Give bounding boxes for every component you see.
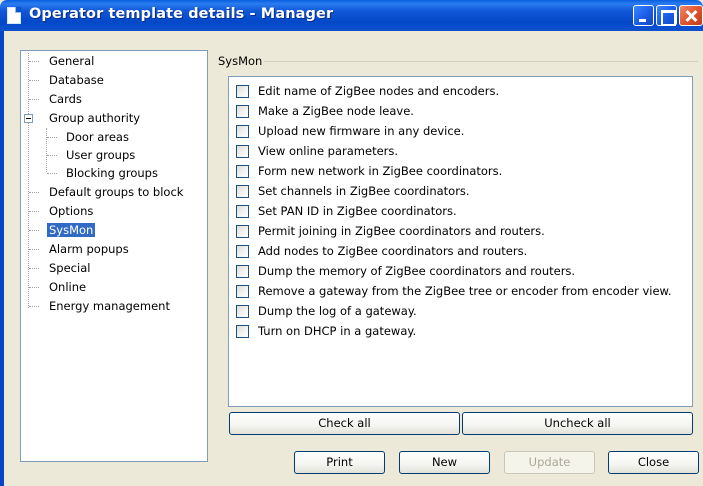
checkbox[interactable] xyxy=(236,305,249,318)
tree-item-label: Cards xyxy=(49,92,82,106)
permission-label: Turn on DHCP in a gateway. xyxy=(258,324,417,338)
group-divider xyxy=(264,61,698,62)
tree-tick xyxy=(29,61,39,62)
tree-item-sysmon[interactable]: SysMon xyxy=(47,222,96,239)
checkbox[interactable] xyxy=(236,105,249,118)
tree-item-user-groups[interactable]: User groups xyxy=(64,147,137,164)
tree-item-label: User groups xyxy=(66,148,136,162)
tree-item-label: Group authority xyxy=(49,111,141,125)
checkbox[interactable] xyxy=(236,285,249,298)
close-button[interactable]: Close xyxy=(608,451,699,474)
tree-item-label: Energy management xyxy=(49,299,170,313)
window-frame xyxy=(0,31,4,486)
document-icon xyxy=(7,7,21,24)
new-button[interactable]: New xyxy=(399,451,490,474)
tree-tick xyxy=(29,99,39,100)
close-window-button[interactable] xyxy=(679,5,703,26)
tree-tick xyxy=(47,155,57,156)
permission-label: Set PAN ID in ZigBee coordinators. xyxy=(258,204,457,218)
permission-label: Upload new firmware in any device. xyxy=(258,124,465,138)
tree-tick xyxy=(47,137,57,138)
title-bar[interactable]: Operator template details - Manager xyxy=(0,0,703,31)
checkbox[interactable] xyxy=(236,185,249,198)
permission-label: Edit name of ZigBee nodes and encoders. xyxy=(258,84,500,98)
tree-item-label: Default groups to block xyxy=(49,185,184,199)
permissions-list[interactable]: Edit name of ZigBee nodes and encoders. … xyxy=(228,76,693,407)
tree-item-label: Blocking groups xyxy=(66,166,158,180)
tree-tick xyxy=(47,173,57,174)
checkbox[interactable] xyxy=(236,325,249,338)
permission-label: Make a ZigBee node leave. xyxy=(258,104,414,118)
tree-tick xyxy=(29,192,39,193)
tree-item-label: General xyxy=(49,54,95,68)
tree-item-label: Door areas xyxy=(66,130,129,144)
checkbox[interactable] xyxy=(236,165,249,178)
minimize-button[interactable] xyxy=(633,5,654,26)
tree-tick xyxy=(29,80,39,81)
tree-item-label: Special xyxy=(49,261,91,275)
maximize-button[interactable] xyxy=(656,5,677,26)
tree-item-cards[interactable]: Cards xyxy=(47,91,84,108)
permission-label: Form new network in ZigBee coordinators. xyxy=(258,164,503,178)
tree-connector xyxy=(46,128,47,172)
tree-tick xyxy=(29,268,39,269)
tree-item-label: Options xyxy=(49,204,94,218)
tree-item-label: Alarm popups xyxy=(49,242,129,256)
checkbox[interactable] xyxy=(236,265,249,278)
group-title: SysMon xyxy=(218,54,263,68)
checkbox[interactable] xyxy=(236,225,249,238)
tree-item-door-areas[interactable]: Door areas xyxy=(64,129,131,146)
collapse-toggle[interactable] xyxy=(24,114,33,123)
uncheck-all-button[interactable]: Uncheck all xyxy=(462,412,693,435)
tree-item-energy-management[interactable]: Energy management xyxy=(47,298,172,315)
tree-item-label: SysMon xyxy=(47,223,96,237)
checkbox[interactable] xyxy=(236,85,249,98)
tree-tick xyxy=(29,211,39,212)
tree-tick xyxy=(29,306,39,307)
permission-label: View online parameters. xyxy=(258,144,399,158)
tree-item-general[interactable]: General xyxy=(47,53,96,70)
permission-label: Set channels in ZigBee coordinators. xyxy=(258,184,470,198)
tree-item-options[interactable]: Options xyxy=(47,203,95,220)
checkbox[interactable] xyxy=(236,245,249,258)
checkbox[interactable] xyxy=(236,145,249,158)
check-all-button[interactable]: Check all xyxy=(229,412,460,435)
tree-tick xyxy=(29,287,39,288)
tree-connector xyxy=(28,53,29,308)
tree-tick xyxy=(29,230,39,231)
tree-item-default-groups-to-block[interactable]: Default groups to block xyxy=(47,184,185,201)
tree-item-alarm-popups[interactable]: Alarm popups xyxy=(47,241,131,258)
settings-tree[interactable]: General Database Cards Group authority D… xyxy=(20,50,208,462)
tree-item-blocking-groups[interactable]: Blocking groups xyxy=(64,165,160,182)
permission-label: Permit joining in ZigBee coordinators an… xyxy=(258,224,545,238)
permission-label: Dump the memory of ZigBee coordinators a… xyxy=(258,264,576,278)
checkbox[interactable] xyxy=(236,205,249,218)
print-button[interactable]: Print xyxy=(294,451,385,474)
checkbox[interactable] xyxy=(236,125,249,138)
window-title: Operator template details - Manager xyxy=(29,6,334,22)
permission-label: Dump the log of a gateway. xyxy=(258,304,417,318)
tree-item-label: Online xyxy=(49,280,87,294)
tree-item-group-authority[interactable]: Group authority xyxy=(47,110,142,127)
permission-label: Add nodes to ZigBee coordinators and rou… xyxy=(258,244,528,258)
tree-item-label: Database xyxy=(49,73,104,87)
update-button: Update xyxy=(504,451,595,474)
tree-item-database[interactable]: Database xyxy=(47,72,106,89)
permission-label: Remove a gateway from the ZigBee tree or… xyxy=(258,284,672,298)
tree-item-special[interactable]: Special xyxy=(47,260,92,277)
tree-item-online[interactable]: Online xyxy=(47,279,88,296)
tree-tick xyxy=(29,249,39,250)
